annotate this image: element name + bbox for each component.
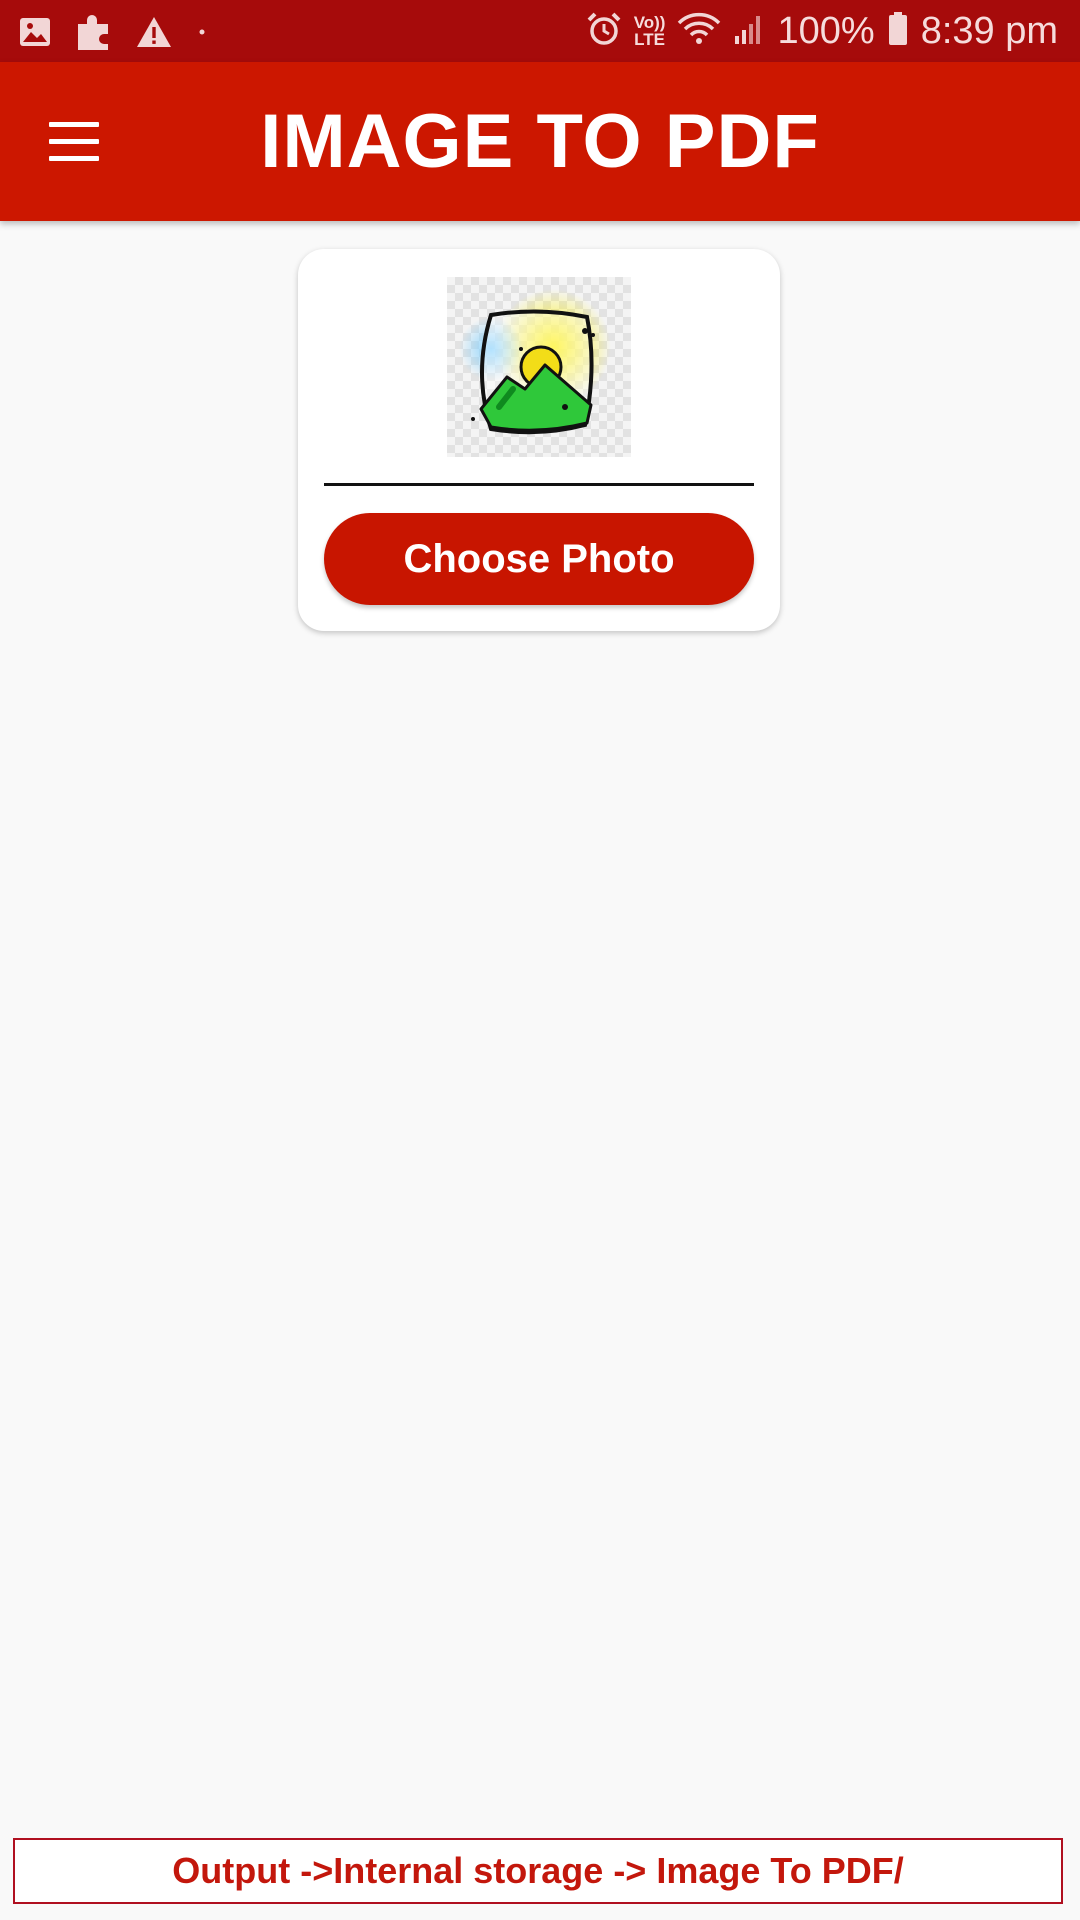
hamburger-menu-icon[interactable] [49, 122, 99, 162]
image-icon [18, 15, 52, 54]
alarm-icon [586, 11, 622, 52]
status-bar-notifications [18, 12, 210, 57]
volte-icon: Vo)) LTE [634, 14, 666, 48]
divider [324, 483, 754, 486]
status-time: 8:39 pm [920, 10, 1058, 52]
status-bar: Vo)) LTE 100% 8:39 pm [0, 0, 1080, 62]
status-bar-system: Vo)) LTE 100% 8:39 pm [586, 0, 1058, 62]
battery-icon [887, 11, 909, 52]
puzzle-icon [74, 12, 114, 57]
wifi-icon [677, 11, 721, 52]
dot-icon [194, 15, 210, 54]
app-title: IMAGE TO PDF [260, 99, 820, 184]
output-path-label: Output ->Internal storage -> Image To PD… [13, 1838, 1063, 1904]
landscape-image-icon [459, 289, 611, 435]
photo-card: Choose Photo [298, 249, 780, 631]
choose-photo-button[interactable]: Choose Photo [324, 513, 754, 605]
image-preview [447, 277, 631, 457]
battery-percent: 100% [777, 10, 875, 52]
signal-icon [733, 12, 765, 51]
volte-bottom-label: LTE [634, 30, 666, 49]
volte-top-label: Vo)) [633, 13, 666, 32]
warning-icon [136, 16, 172, 53]
app-bar: IMAGE TO PDF [0, 62, 1080, 221]
